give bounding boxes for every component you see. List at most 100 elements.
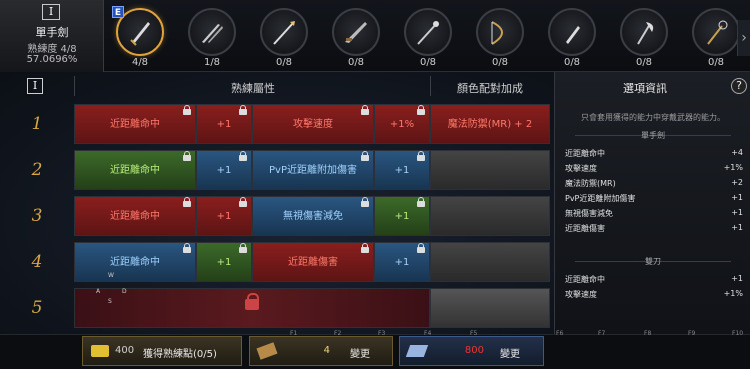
- lock-icon[interactable]: [239, 197, 247, 210]
- row-number: 2: [31, 160, 43, 180]
- panel-title: 選項資訊: [623, 82, 667, 95]
- option-value: +2: [731, 178, 743, 187]
- gain-proficiency-button[interactable]: 400 獲得熟練點(0/5): [82, 336, 242, 366]
- proficiency-cell[interactable]: +1: [374, 150, 430, 190]
- tier-header-badge: I: [27, 78, 43, 94]
- axe-icon: [637, 22, 654, 45]
- option-row: 攻擊速度 +1%: [565, 289, 743, 301]
- section-title: 雙刀: [645, 257, 661, 266]
- sword-icon: [130, 22, 150, 46]
- hotkey-label: F4: [424, 330, 432, 337]
- option-label: 無視傷害減免: [565, 209, 613, 218]
- lock-icon[interactable]: [417, 243, 425, 256]
- lock-icon[interactable]: [183, 105, 191, 118]
- proficiency-cell[interactable]: 無視傷害減免: [252, 196, 374, 236]
- lock-icon[interactable]: [361, 151, 369, 164]
- slot-count: 0/8: [707, 57, 725, 68]
- slot-count: 0/8: [563, 57, 581, 68]
- slot-count: 1/8: [203, 57, 221, 68]
- proficiency-cell[interactable]: 近距離傷害: [252, 242, 374, 282]
- change-button-diamond[interactable]: 800 變更: [399, 336, 544, 366]
- proficiency-cell[interactable]: +1: [374, 196, 430, 236]
- change-button-scroll[interactable]: 4 變更: [249, 336, 393, 366]
- weapon-slot[interactable]: 0/8: [328, 8, 384, 72]
- cell-text: +1: [216, 119, 232, 130]
- cell-text: 無視傷害減免: [283, 211, 343, 222]
- weapon-strip: I 單手劍 熟練度 4/8 57.0696% E 4/8 1/8 0/8 0/8…: [0, 0, 750, 72]
- compass-s: S: [108, 298, 112, 305]
- lock-icon: [245, 293, 259, 313]
- dagger-icon: [566, 26, 580, 44]
- lock-icon[interactable]: [239, 151, 247, 164]
- equipped-badge: E: [112, 6, 124, 18]
- lock-icon[interactable]: [417, 105, 425, 118]
- proficiency-cell[interactable]: +1: [196, 104, 252, 144]
- gain-label: 獲得熟練點(0/5): [143, 349, 217, 360]
- compass-overlay: W A D S: [92, 268, 132, 308]
- panel-description: 只會套用獲得的能力中穿戴武器的能力。: [581, 113, 725, 122]
- proficiency-cell[interactable]: +1: [196, 242, 252, 282]
- row-number: 1: [31, 114, 43, 134]
- option-row: 近距離命中 +1: [565, 274, 743, 286]
- grid-header: I 熟練屬性 顏色配對加成: [0, 74, 550, 98]
- weapon-slot[interactable]: 0/8: [616, 8, 672, 72]
- option-label: 攻擊速度: [565, 290, 597, 299]
- option-row: 魔法防禦(MR) +2: [565, 178, 743, 190]
- proficiency-cell[interactable]: +1%: [374, 104, 430, 144]
- option-label: 近距離命中: [565, 275, 605, 284]
- dual-blade-icon: [202, 24, 223, 43]
- lock-icon[interactable]: [183, 151, 191, 164]
- weapon-slot[interactable]: 0/8: [256, 8, 312, 72]
- hotkey-label: F9: [688, 330, 696, 337]
- proficiency-header: 熟練屬性: [231, 82, 275, 95]
- option-info-panel: 選項資訊 ? 只會套用獲得的能力中穿戴武器的能力。 單手劍近距離命中 +4 攻擊速…: [554, 72, 750, 334]
- lock-icon[interactable]: [239, 243, 247, 256]
- row-number: 4: [31, 252, 43, 272]
- lock-icon[interactable]: [183, 243, 191, 256]
- color-bonus-cell: [430, 196, 550, 236]
- weapon-slot[interactable]: 0/8: [688, 8, 744, 72]
- option-value: +4: [731, 148, 743, 157]
- section-title: 單手劍: [641, 131, 665, 140]
- divider: [74, 76, 75, 96]
- color-bonus-cell: [430, 242, 550, 282]
- lock-icon[interactable]: [361, 105, 369, 118]
- hotkey-label: F7: [598, 330, 606, 337]
- lock-icon[interactable]: [417, 197, 425, 210]
- proficiency-cell[interactable]: 近距離命中: [74, 104, 196, 144]
- lock-icon[interactable]: [239, 105, 247, 118]
- hotkey-label: F1: [290, 330, 298, 337]
- cell-text: PvP近距離附加傷害: [269, 165, 357, 176]
- proficiency-cell[interactable]: +1: [196, 150, 252, 190]
- cell-text: +1: [216, 257, 232, 268]
- weapon-slot[interactable]: 0/8: [472, 8, 528, 72]
- weapon-slot[interactable]: 0/8: [544, 8, 600, 72]
- proficiency-cell[interactable]: 攻擊速度: [252, 104, 374, 144]
- next-arrow-icon[interactable]: ›: [737, 20, 750, 56]
- weapon-slot[interactable]: 1/8: [184, 8, 240, 72]
- cell-text: 近距離命中: [110, 257, 160, 268]
- change1-label: 變更: [350, 349, 370, 360]
- proficiency-cell[interactable]: +1: [196, 196, 252, 236]
- help-icon[interactable]: ?: [731, 78, 747, 94]
- option-value: +1: [731, 223, 743, 232]
- proficiency-cell[interactable]: PvP近距離附加傷害: [252, 150, 374, 190]
- hotkey-label: F6: [556, 330, 564, 337]
- color-bonus-header: 顏色配對加成: [457, 82, 523, 95]
- lock-icon[interactable]: [361, 197, 369, 210]
- cell-text: 近距離命中: [110, 211, 160, 222]
- proficiency-cell[interactable]: 近距離命中: [74, 150, 196, 190]
- proficiency-cell[interactable]: +1: [374, 242, 430, 282]
- lock-icon[interactable]: [361, 243, 369, 256]
- option-row: 無視傷害減免 +1: [565, 208, 743, 220]
- lock-icon[interactable]: [417, 151, 425, 164]
- diamond-icon: [405, 345, 429, 357]
- hotkey-label: F3: [378, 330, 386, 337]
- hotkey-label: F2: [334, 330, 342, 337]
- scroll-icon: [256, 342, 278, 360]
- tier-badge: I: [42, 4, 60, 20]
- proficiency-cell[interactable]: 近距離命中: [74, 196, 196, 236]
- staff-icon: [707, 20, 728, 45]
- weapon-slot[interactable]: 0/8: [400, 8, 456, 72]
- lock-icon[interactable]: [183, 197, 191, 210]
